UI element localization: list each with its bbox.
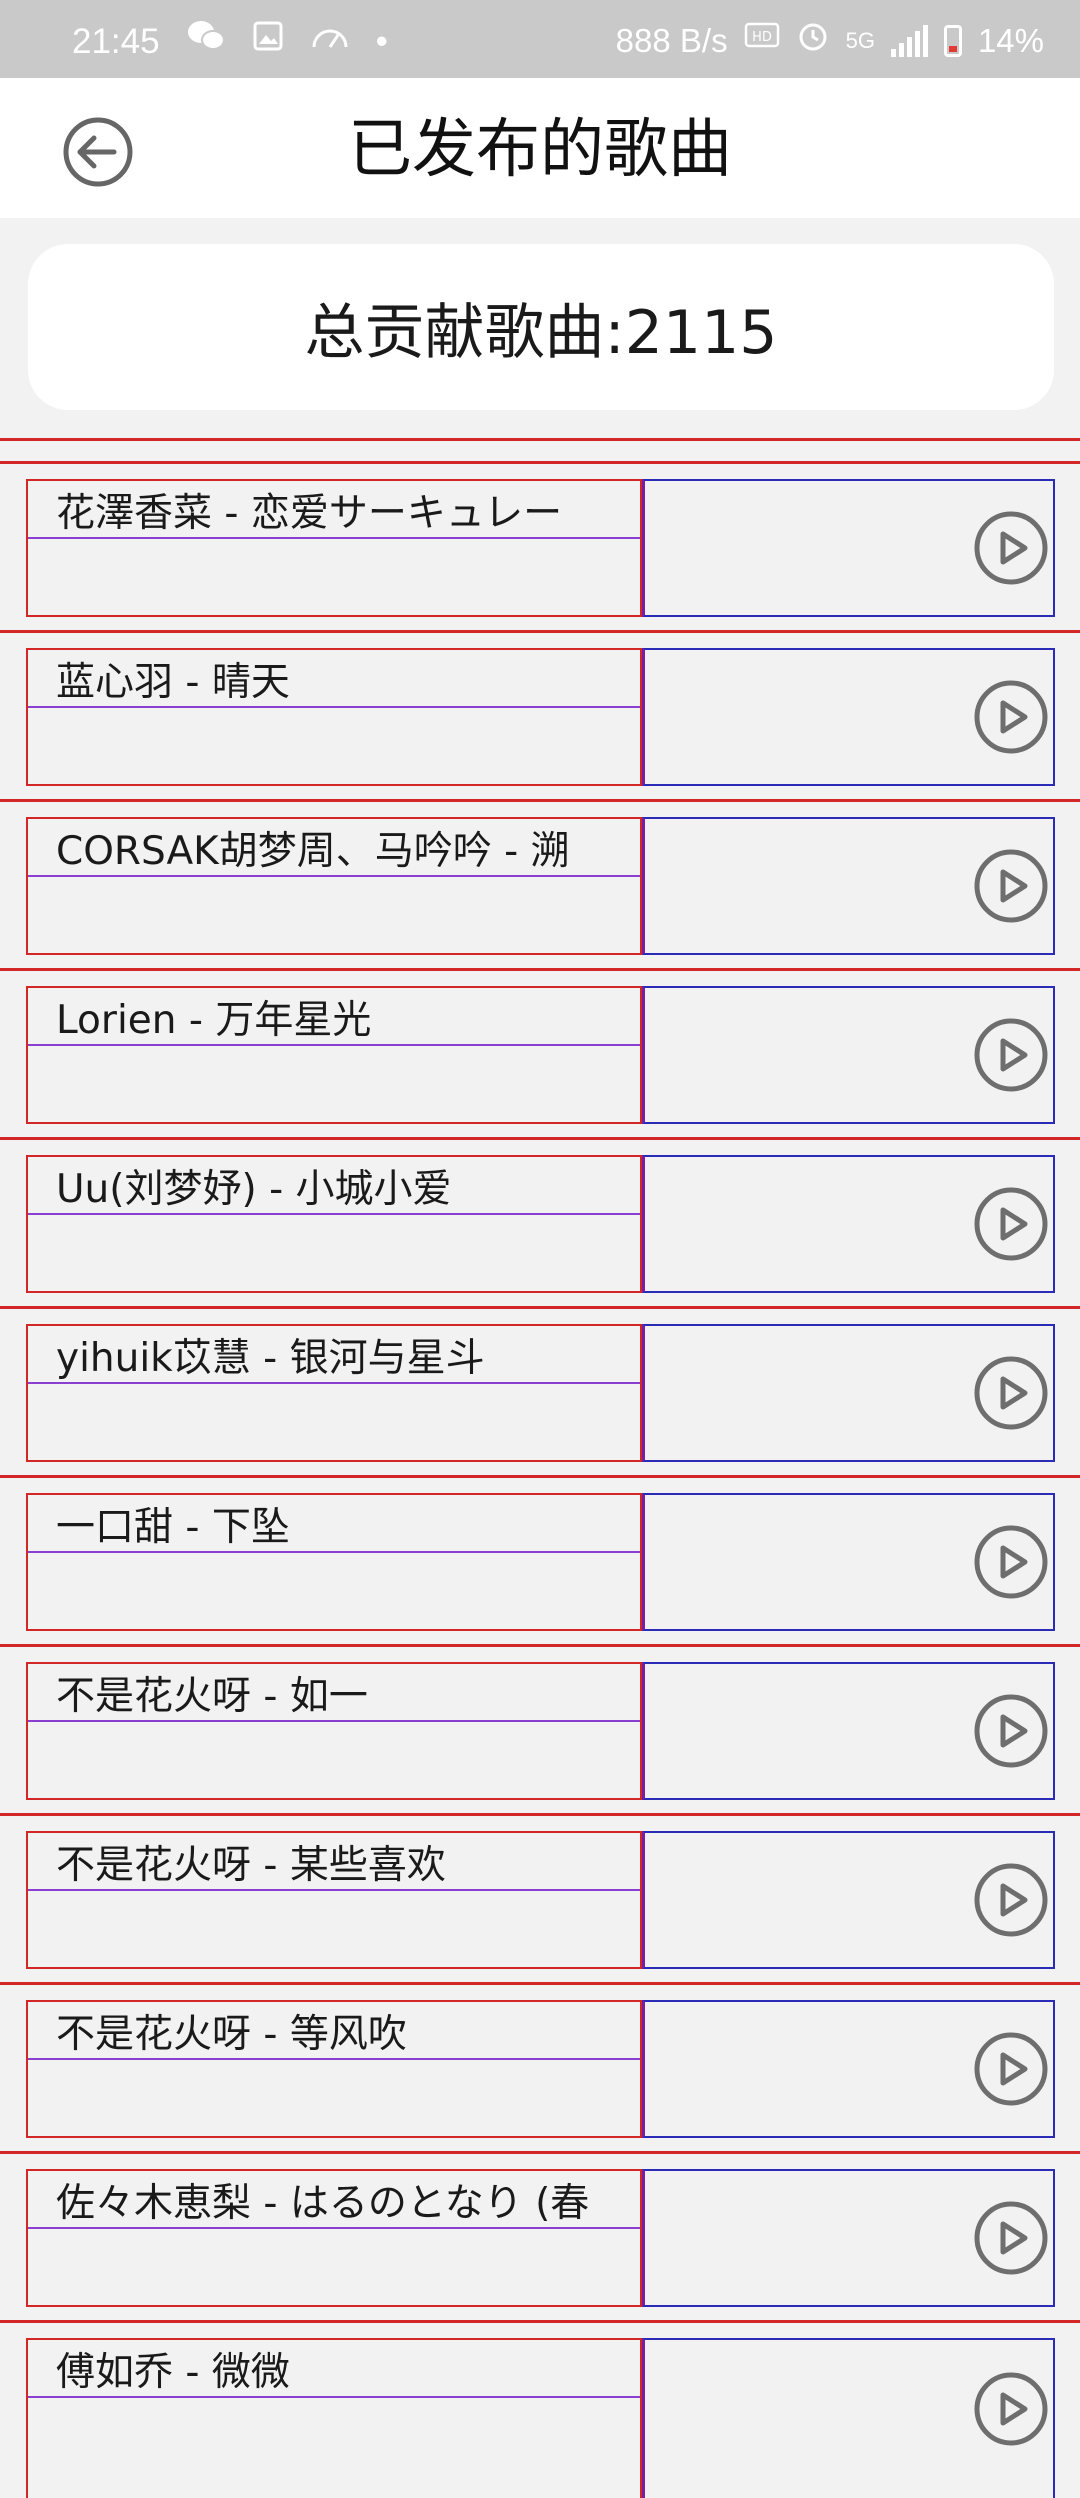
song-info-cell[interactable]: yihuik苡慧 - 银河与星斗 (26, 1324, 642, 1462)
song-action-cell (642, 2338, 1055, 2498)
song-action-cell (642, 2169, 1055, 2307)
battery-level: 14% (977, 21, 1044, 59)
song-action-cell (642, 1493, 1055, 1631)
song-info-cell[interactable]: Uu(刘梦妤) - 小城小爱 (26, 1155, 642, 1293)
song-row: 一口甜 - 下坠 (0, 1478, 1080, 1647)
network-type: 5G (845, 27, 875, 53)
alarm-icon (796, 18, 830, 63)
song-action-cell (642, 1155, 1055, 1293)
summary-card: 总贡献歌曲:2115 (28, 244, 1054, 410)
cell-separator (28, 1213, 640, 1215)
play-icon[interactable] (972, 1185, 1050, 1263)
signal-icon (890, 24, 928, 57)
song-title: CORSAK胡梦周、马吟吟 - 溯 (56, 829, 570, 873)
song-title: Lorien - 万年星光 (56, 998, 372, 1042)
cell-separator (28, 875, 640, 877)
song-row: 佐々木恵梨 - はるのとなり (春 (0, 2154, 1080, 2323)
status-left: 21:45 • (72, 18, 388, 65)
song-action-cell (642, 817, 1055, 955)
song-info-cell[interactable]: 蓝心羽 - 晴天 (26, 648, 642, 786)
song-info-cell[interactable]: 花澤香菜 - 恋爱サーキュレー (26, 479, 642, 617)
song-row: 傅如乔 - 微微 (0, 2323, 1080, 2498)
song-list: 花澤香菜 - 恋爱サーキュレー 蓝心羽 - 晴天 CORSAK胡梦周、马吟吟 -… (0, 464, 1080, 2498)
song-title: 蓝心羽 - 晴天 (56, 660, 290, 704)
battery-icon (943, 24, 962, 57)
status-right: 888 B/s HD 5G 14% (616, 18, 1044, 63)
song-action-cell (642, 1324, 1055, 1462)
song-row: yihuik苡慧 - 银河与星斗 (0, 1309, 1080, 1478)
song-action-cell (642, 1662, 1055, 1800)
song-action-cell (642, 1831, 1055, 1969)
play-icon[interactable] (972, 1354, 1050, 1432)
song-row: CORSAK胡梦周、马吟吟 - 溯 (0, 802, 1080, 971)
play-icon[interactable] (972, 1016, 1050, 1094)
song-info-cell[interactable]: 不是花火呀 - 某些喜欢 (26, 1831, 642, 1969)
wechat-icon (186, 18, 226, 65)
play-icon[interactable] (972, 2370, 1050, 2448)
play-icon[interactable] (972, 1523, 1050, 1601)
gallery-icon (252, 20, 284, 63)
hd-icon: HD (744, 20, 780, 61)
song-info-cell[interactable]: 不是花火呀 - 等风吹 (26, 2000, 642, 2138)
song-row: 花澤香菜 - 恋爱サーキュレー (0, 464, 1080, 633)
cell-separator (28, 1551, 640, 1553)
song-row: Lorien - 万年星光 (0, 971, 1080, 1140)
page-title: 已发布的歌曲 (348, 113, 732, 187)
song-row: 不是花火呀 - 等风吹 (0, 1985, 1080, 2154)
song-row: 不是花火呀 - 某些喜欢 (0, 1816, 1080, 1985)
song-action-cell (642, 2000, 1055, 2138)
play-icon[interactable] (972, 2030, 1050, 2108)
song-title: 一口甜 - 下坠 (56, 1505, 290, 1549)
song-title: 不是花火呀 - 某些喜欢 (56, 1843, 446, 1887)
song-action-cell (642, 986, 1055, 1124)
play-icon[interactable] (972, 1692, 1050, 1770)
cell-separator (28, 2227, 640, 2229)
cell-separator (28, 706, 640, 708)
song-row: 不是花火呀 - 如一 (0, 1647, 1080, 1816)
song-row: 蓝心羽 - 晴天 (0, 633, 1080, 802)
divider (0, 438, 1080, 441)
song-title: 佐々木恵梨 - はるのとなり (春 (56, 2181, 590, 2225)
cell-separator (28, 1044, 640, 1046)
net-speed: 888 B/s (615, 21, 728, 59)
song-info-cell[interactable]: 佐々木恵梨 - はるのとなり (春 (26, 2169, 642, 2307)
svg-text:HD: HD (752, 30, 772, 45)
cell-separator (28, 1889, 640, 1891)
song-info-cell[interactable]: 一口甜 - 下坠 (26, 1493, 642, 1631)
speedometer-icon (310, 21, 350, 62)
cell-separator (28, 537, 640, 539)
song-action-cell (642, 648, 1055, 786)
play-icon[interactable] (972, 1861, 1050, 1939)
status-dot: • (375, 21, 388, 61)
song-action-cell (642, 479, 1055, 617)
status-time: 21:45 (72, 21, 160, 61)
song-title: 不是花火呀 - 如一 (56, 1674, 368, 1718)
song-info-cell[interactable]: CORSAK胡梦周、马吟吟 - 溯 (26, 817, 642, 955)
song-title: yihuik苡慧 - 银河与星斗 (56, 1336, 485, 1380)
cell-separator (28, 2396, 640, 2398)
song-info-cell[interactable]: 不是花火呀 - 如一 (26, 1662, 642, 1800)
cell-separator (28, 1382, 640, 1384)
song-title: Uu(刘梦妤) - 小城小爱 (56, 1167, 452, 1211)
total-songs-count: 总贡献歌曲:2115 (304, 297, 778, 368)
song-info-cell[interactable]: Lorien - 万年星光 (26, 986, 642, 1124)
song-title: 不是花火呀 - 等风吹 (56, 2012, 407, 2056)
play-icon[interactable] (972, 509, 1050, 587)
status-bar: 21:45 • 888 B/s HD 5G 14% (0, 0, 1080, 78)
play-icon[interactable] (972, 678, 1050, 756)
song-title: 花澤香菜 - 恋爱サーキュレー (56, 491, 563, 535)
song-row: Uu(刘梦妤) - 小城小爱 (0, 1140, 1080, 1309)
song-info-cell[interactable]: 傅如乔 - 微微 (26, 2338, 642, 2498)
play-icon[interactable] (972, 2199, 1050, 2277)
cell-separator (28, 1720, 640, 1722)
cell-separator (28, 2058, 640, 2060)
song-title: 傅如乔 - 微微 (56, 2350, 290, 2394)
play-icon[interactable] (972, 847, 1050, 925)
